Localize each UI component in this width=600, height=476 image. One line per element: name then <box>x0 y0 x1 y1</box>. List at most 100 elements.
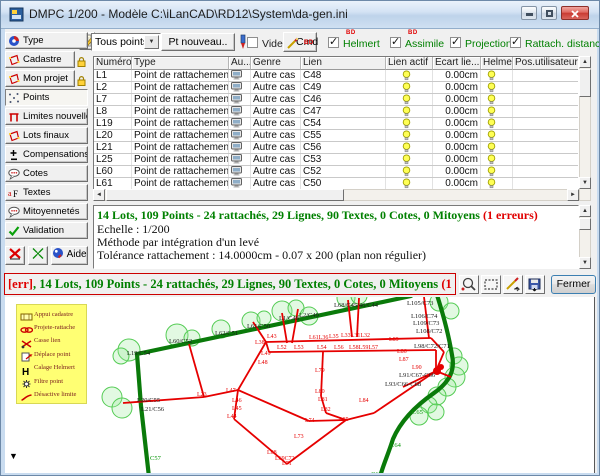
table-row[interactable]: L1Point de rattachementAutre casC480.00c… <box>94 70 578 82</box>
table-row[interactable]: L19Point de rattachementAutre casC540.00… <box>94 118 578 130</box>
minimize-button[interactable] <box>521 6 537 20</box>
diskette-icon <box>526 276 544 293</box>
sidebar-item-limites-nouvelles[interactable]: Limites nouvelles <box>5 108 88 125</box>
bd-badge: BD <box>408 30 418 36</box>
point-label: L21/C56 <box>141 406 165 413</box>
bulb-icon <box>487 142 496 153</box>
column-header[interactable]: Lien actif <box>386 57 433 70</box>
cell-genre: Autre cas <box>251 70 301 81</box>
checkbox-projection[interactable]: ✓ <box>450 37 461 48</box>
cell-lien: C49 <box>301 82 386 93</box>
table-row[interactable]: L20Point de rattachementAutre casC550.00… <box>94 130 578 142</box>
column-header[interactable]: Type <box>132 57 229 70</box>
zoom-window-button[interactable] <box>481 275 501 294</box>
cell-type: Point de rattachement <box>132 142 229 153</box>
tolerance-circle <box>428 404 444 420</box>
checkbox-assimile[interactable]: ✓ <box>390 37 401 48</box>
scroll-up-icon[interactable]: ▲ <box>579 205 591 217</box>
scroll-down-icon[interactable]: ▼ <box>579 177 591 189</box>
sidebar-item-type[interactable]: Type <box>5 32 88 49</box>
computer-icon <box>231 142 242 152</box>
sidebar-item-cadastre[interactable]: Cadastre <box>5 51 75 68</box>
sidebar-item-cotes[interactable]: Cotes <box>5 165 88 182</box>
pt-nouveau-button[interactable]: Pt nouveau.. <box>161 33 235 51</box>
bulb-icon <box>402 106 411 117</box>
column-header[interactable]: Genre <box>251 57 301 70</box>
cmd-button[interactable]: BD Cmd <box>283 32 317 52</box>
bulb-icon <box>487 94 496 105</box>
map-panel[interactable]: L23L47L46L45L44L73L68L69C72L71L79L80L81L… <box>5 297 595 473</box>
column-header[interactable]: Ecart lie... <box>433 57 481 70</box>
column-header[interactable]: Numéro <box>94 57 132 70</box>
lot-label: L58L59L57 <box>349 345 378 351</box>
cell-helm <box>481 94 513 105</box>
cell-type: Point de rattachement <box>132 106 229 117</box>
aide-button[interactable]: Aide <box>51 246 88 265</box>
cell-lien: C55 <box>301 130 386 141</box>
cell-num: L8 <box>94 106 132 117</box>
computer-icon <box>231 178 242 188</box>
sidebar-item-validation[interactable]: Validation <box>5 222 88 239</box>
column-header[interactable]: Pos.utilisateur <box>513 57 579 70</box>
column-header[interactable]: Helmert <box>481 57 513 70</box>
map-anchor-icon[interactable]: ▼ <box>9 451 18 461</box>
sidebar-item-textes[interactable]: aFTextes <box>5 184 88 201</box>
map-canvas[interactable]: L23L47L46L45L44L73L68L69C72L71L79L80L81L… <box>5 297 595 473</box>
close-button[interactable] <box>561 6 589 20</box>
app-icon <box>9 7 24 22</box>
table-row[interactable]: L8Point de rattachementAutre casC470.00c… <box>94 106 578 118</box>
table-vscroll-thumb[interactable] <box>579 69 591 97</box>
table-row[interactable]: L21Point de rattachementAutre casC560.00… <box>94 142 578 154</box>
vider-checkbox[interactable] <box>247 37 258 48</box>
titlebar[interactable]: DMPC 1/200 - Modèle C:\iLanCAD\RD12\Syst… <box>1 1 599 29</box>
check-mark-icon: ✓ <box>451 35 460 48</box>
zoom-button[interactable] <box>459 275 479 294</box>
computer-icon <box>231 154 242 164</box>
cell-pos <box>513 118 579 129</box>
cell-pos <box>513 154 579 165</box>
maximize-button[interactable] <box>541 6 557 20</box>
table-row[interactable]: L25Point de rattachementAutre casC530.00… <box>94 154 578 166</box>
minimize-icon <box>526 13 533 16</box>
sidebar-item-points[interactable]: Points <box>5 89 88 106</box>
scroll-right-icon[interactable]: ► <box>567 189 579 201</box>
table-hscroll-thumb[interactable] <box>106 189 344 201</box>
cadastre-support-icon <box>20 309 33 319</box>
scroll-down-icon[interactable]: ▼ <box>579 257 591 269</box>
column-header[interactable]: Lien <box>301 57 386 70</box>
points-filter-select[interactable]: Tous points ▼ <box>91 33 161 51</box>
window-title: DMPC 1/200 - Modèle C:\iLanCAD\RD12\Syst… <box>29 7 348 21</box>
pattern-button[interactable] <box>28 246 48 265</box>
cell-type: Point de rattachement <box>132 178 229 189</box>
bd-badge: BD <box>346 30 356 36</box>
checkbox-rattach-distance[interactable]: ✓ <box>510 37 521 48</box>
error-suffix: (1 erreurs) <box>441 277 456 291</box>
delete-link-button[interactable] <box>5 246 25 265</box>
cell-type: Point de rattachement <box>132 118 229 129</box>
table-header[interactable]: NuméroTypeAu...GenreLienLien actifEcart … <box>94 57 578 70</box>
lot-label: L73 <box>294 434 304 440</box>
sidebar-item-compensations[interactable]: Compensations <box>5 146 88 163</box>
auto-fix-button[interactable] <box>503 275 523 294</box>
maximize-icon <box>546 10 553 17</box>
fermer-button[interactable]: Fermer <box>551 275 596 294</box>
legend-item: Projete-rattache <box>20 321 75 333</box>
computer-icon <box>231 130 242 140</box>
column-header[interactable]: Au... <box>229 57 251 70</box>
cell-au <box>229 178 251 189</box>
summary-vscroll-thumb[interactable] <box>579 218 591 230</box>
scroll-left-icon[interactable]: ◄ <box>93 189 105 201</box>
lot-label: L45 <box>232 406 242 412</box>
checkbox-helmert[interactable]: ✓ <box>328 37 339 48</box>
scroll-up-icon[interactable]: ▲ <box>579 56 591 68</box>
contour-label: C57 <box>150 455 162 462</box>
table-row[interactable]: L7Point de rattachementAutre casC460.00c… <box>94 94 578 106</box>
sidebar-item-mon-projet[interactable]: Mon projet <box>5 70 75 87</box>
bulb-icon <box>487 154 496 165</box>
sidebar-item-lots-finaux[interactable]: Lots finaux <box>5 127 88 144</box>
save-button[interactable] <box>525 275 545 294</box>
sidebar-item-mitoyennetes[interactable]: Mitoyennetés <box>5 203 88 220</box>
table-row[interactable]: L2Point de rattachementAutre casC490.00c… <box>94 82 578 94</box>
point-label: L93/C66-C68 <box>385 381 421 388</box>
table-row[interactable]: L60Point de rattachementAutre casC520.00… <box>94 166 578 178</box>
